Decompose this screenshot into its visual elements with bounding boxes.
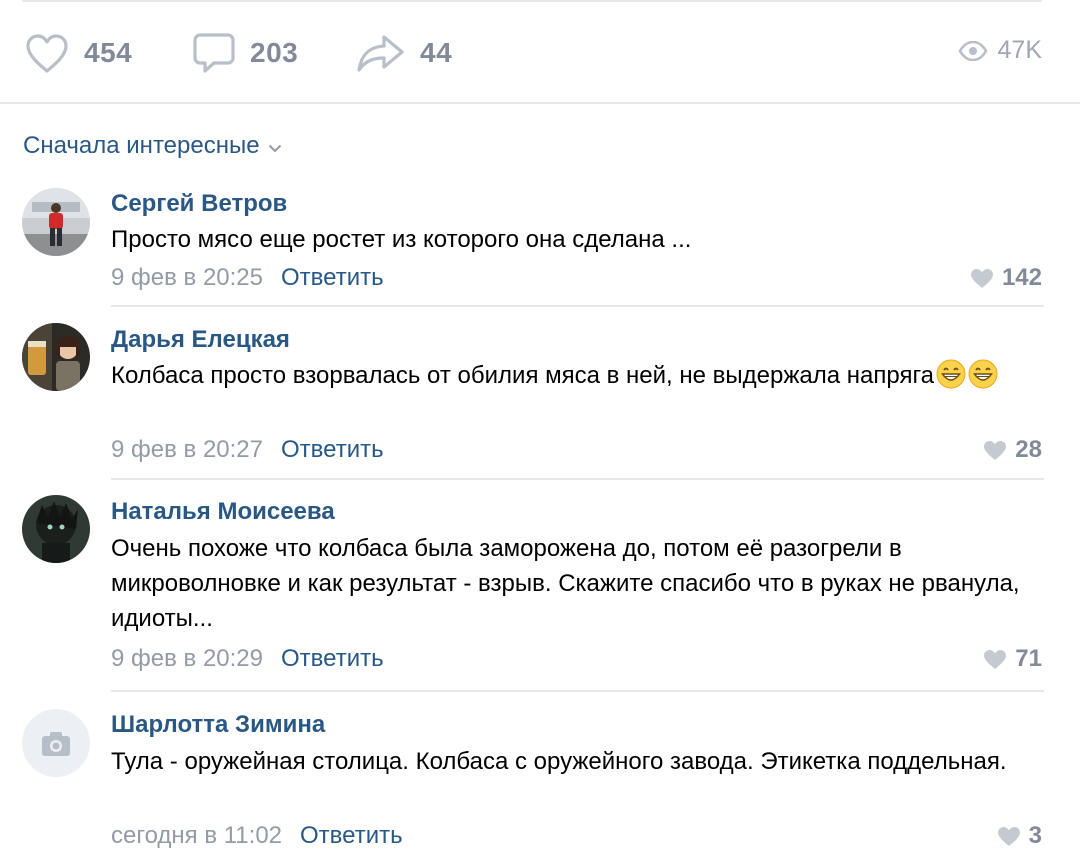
comment-like-count: 142 [1001,264,1042,291]
reply-button[interactable]: Ответить [281,264,384,292]
heart-icon [984,649,1007,669]
shares-count: 44 [420,37,453,68]
comment-meta: сегодня в 11:02 Ответить [111,822,403,850]
heart-icon [984,440,1007,460]
comment-meta: 9 фев в 20:27 Ответить [111,436,384,464]
heart-icon [997,826,1020,846]
comments-sort-dropdown[interactable]: Сначала интересные [23,132,282,160]
grinning-face-icon [936,359,966,389]
avatar[interactable] [22,709,90,777]
views-counter: 47K [958,36,1042,65]
comments-count: 203 [250,37,299,68]
comment-date[interactable]: сегодня в 11:02 [111,822,282,850]
comment-text: Тула - оружейная столица. Колбаса с оруж… [111,748,1007,775]
comment-date[interactable]: 9 фев в 20:27 [111,436,263,464]
comment-meta: 9 фев в 20:25 Ответить [111,264,384,292]
avatar[interactable] [22,188,90,256]
comment-item: Шарлотта Зимина Тула - оружейная столица… [0,705,1080,862]
comment-like-count: 3 [1028,822,1042,849]
like-button[interactable]: 454 [24,30,132,76]
comment-text: Очень похоже что колбаса была заморожена… [111,535,1020,632]
comment-text: Просто мясо еще ростет из которого она с… [111,226,692,253]
reply-button[interactable]: Ответить [281,436,384,464]
comment-like-button[interactable]: 3 [997,822,1042,850]
comment-like-button[interactable]: 71 [983,645,1042,673]
comment-item: Сергей Ветров Просто мясо еще ростет из … [0,184,1080,308]
comment-like-button[interactable]: 142 [970,264,1042,292]
eye-icon [958,40,988,61]
comment-author[interactable]: Дарья Елецкая [111,326,290,354]
chevron-down-icon [268,144,281,152]
share-arrow-icon [357,35,404,72]
avatar[interactable] [22,323,90,391]
comment-meta: 9 фев в 20:29 Ответить [111,645,384,673]
comment-date[interactable]: 9 фев в 20:25 [111,264,263,292]
reply-button[interactable]: Ответить [300,822,403,850]
section-divider [0,102,1080,104]
post-actions-bar: 454 203 44 47K [0,0,1080,104]
comment-author[interactable]: Наталья Моисеева [111,498,335,526]
share-button[interactable]: 44 [356,30,452,76]
heart-icon [970,268,993,288]
comment-text-body: Колбаса просто взорвалась от обилия мяса… [111,362,935,389]
comment-item: Наталья Моисеева Очень похоже что колбас… [0,492,1080,692]
comment-icon [193,33,235,73]
comment-divider [111,690,1044,692]
comment-author[interactable]: Шарлотта Зимина [111,711,325,739]
comment-date[interactable]: 9 фев в 20:29 [111,645,263,673]
camera-icon [42,732,70,756]
comment-text: Колбаса просто взорвалась от обилия мяса… [111,358,1051,393]
reply-button[interactable]: Ответить [281,645,384,673]
grinning-face-icon [968,359,998,389]
comment-like-button[interactable]: 28 [983,436,1042,464]
heart-icon [26,34,68,73]
comment-divider [111,305,1044,307]
likes-count: 454 [84,37,133,68]
comment-divider [111,478,1044,480]
comment-button[interactable]: 203 [192,30,298,76]
sort-label: Сначала интересные [23,132,260,159]
comment-like-count: 28 [1015,436,1042,463]
views-count: 47K [997,36,1042,64]
comment-item: Дарья Елецкая Колбаса просто взорвалась … [0,320,1080,480]
comment-author[interactable]: Сергей Ветров [111,190,287,218]
avatar[interactable] [22,495,90,563]
comment-like-count: 71 [1015,645,1042,672]
